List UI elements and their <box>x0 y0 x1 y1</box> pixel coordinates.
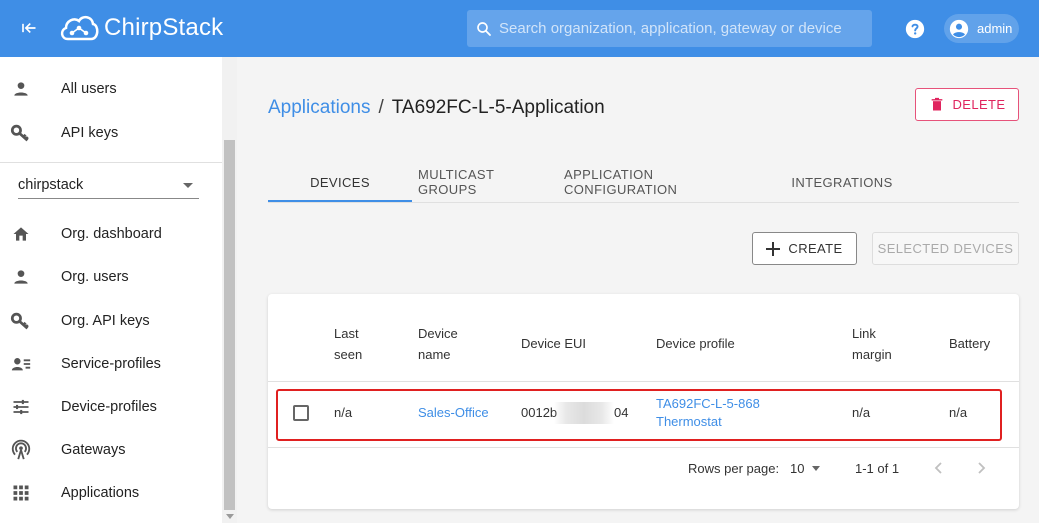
delete-button-label: DELETE <box>952 97 1006 112</box>
sidebar-scrollbar[interactable] <box>222 57 237 523</box>
rows-per-page-label: Rows per page: <box>688 461 780 476</box>
sidebar-item-label: Org. users <box>61 269 129 285</box>
sidebar-item-org-dashboard[interactable]: Org. dashboard <box>0 214 222 254</box>
rows-per-page-select[interactable]: 10 <box>790 461 821 476</box>
sidebar-item-all-users[interactable]: All users <box>0 69 222 109</box>
column-header-battery[interactable]: Battery <box>949 333 990 354</box>
sidebar-item-org-api-keys[interactable]: Org. API keys <box>0 301 222 341</box>
pagination-range: 1-1 of 1 <box>855 461 900 476</box>
breadcrumb: Applications / TA692FC-L-5-Application <box>268 97 605 119</box>
cloud-logo-icon <box>60 15 99 41</box>
organization-select[interactable]: chirpstack <box>18 171 199 199</box>
sidebar-item-service-profiles[interactable]: Service-profiles <box>0 344 222 384</box>
apps-grid-icon <box>10 482 32 504</box>
sidebar-item-label: Service-profiles <box>61 356 161 372</box>
page-title: TA692FC-L-5-Application <box>391 97 605 118</box>
scroll-down-icon[interactable] <box>226 514 234 519</box>
chevron-down-icon <box>812 466 821 471</box>
organization-select-value: chirpstack <box>18 176 84 193</box>
tab-multicast-groups[interactable]: MULTICAST GROUPS <box>418 163 553 201</box>
column-header-link-margin[interactable]: Link margin <box>852 323 892 365</box>
sidebar-divider <box>0 162 222 163</box>
key-icon <box>10 310 32 332</box>
column-header-last-seen[interactable]: Last seen <box>334 323 362 365</box>
next-page-icon[interactable] <box>973 460 989 476</box>
sidebar-item-label: All users <box>61 81 117 97</box>
sidebar-item-applications[interactable]: Applications <box>0 473 222 513</box>
sidebar-item-label: Applications <box>61 485 140 501</box>
selected-devices-button[interactable]: SELECTED DEVICES <box>872 232 1019 265</box>
column-header-device-profile[interactable]: Device profile <box>656 333 735 354</box>
global-search[interactable] <box>467 10 872 47</box>
search-icon <box>477 21 491 36</box>
tab-integrations[interactable]: INTEGRATIONS <box>784 163 900 201</box>
sidebar: All users API keys chirpstack Org. dashb… <box>0 57 222 523</box>
tab-bar: DEVICES MULTICAST GROUPS APPLICATION CON… <box>268 163 1019 203</box>
tab-application-configuration[interactable]: APPLICATION CONFIGURATION <box>564 163 760 201</box>
breadcrumb-applications-link[interactable]: Applications <box>268 97 370 119</box>
sidebar-item-api-keys[interactable]: API keys <box>0 113 222 153</box>
rows-per-page-value: 10 <box>790 461 805 476</box>
chevron-down-icon <box>183 183 193 188</box>
sidebar-item-org-users[interactable]: Org. users <box>0 257 222 297</box>
create-device-button[interactable]: CREATE <box>752 232 857 265</box>
tune-icon <box>10 396 32 418</box>
breadcrumb-separator: / <box>378 97 384 118</box>
account-circle-icon <box>949 19 969 38</box>
tab-devices[interactable]: DEVICES <box>268 163 412 201</box>
highlight-box <box>276 389 1002 441</box>
sidebar-item-label: Org. dashboard <box>61 226 162 242</box>
back-arrow-icon[interactable] <box>18 18 38 38</box>
radio-tower-icon <box>10 439 32 461</box>
search-input[interactable] <box>499 20 859 37</box>
key-icon <box>10 122 32 144</box>
username: admin <box>977 21 1013 36</box>
trash-icon <box>931 97 942 111</box>
sidebar-item-label: Device-profiles <box>61 399 157 415</box>
sidebar-item-label: Gateways <box>61 442 126 458</box>
account-details-icon <box>10 353 32 375</box>
brand-name: ChirpStack <box>104 14 224 41</box>
brand-logo[interactable]: ChirpStack <box>58 11 223 45</box>
home-icon <box>10 223 32 245</box>
sidebar-item-label: Org. API keys <box>61 313 150 329</box>
scrollbar-thumb[interactable] <box>224 140 235 510</box>
previous-page-icon[interactable] <box>931 460 947 476</box>
sidebar-item-device-profiles[interactable]: Device-profiles <box>0 387 222 427</box>
active-tab-indicator <box>268 200 412 202</box>
column-header-device-name[interactable]: Device name <box>418 323 458 365</box>
table-row-divider <box>268 447 1019 448</box>
help-icon[interactable] <box>904 18 926 40</box>
plus-icon <box>766 241 781 256</box>
person-icon <box>10 266 32 288</box>
column-header-device-eui[interactable]: Device EUI <box>521 333 586 354</box>
app-bar: ChirpStack admin <box>0 0 1039 57</box>
sidebar-item-label: API keys <box>61 125 119 141</box>
delete-button[interactable]: DELETE <box>915 88 1019 121</box>
table-header-divider <box>268 381 1019 382</box>
create-button-label: CREATE <box>788 241 843 256</box>
sidebar-item-gateways[interactable]: Gateways <box>0 430 222 470</box>
user-menu-button[interactable]: admin <box>944 14 1019 43</box>
person-icon <box>10 78 32 100</box>
